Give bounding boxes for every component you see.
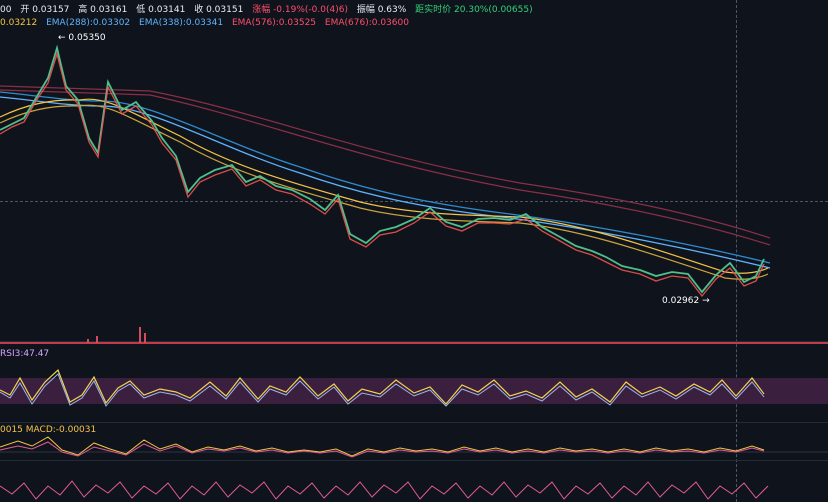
ema-red-2 — [0, 89, 771, 246]
ema-blue-2 — [0, 96, 771, 269]
volume-panel — [0, 327, 828, 344]
price-candles — [0, 44, 765, 294]
macd-panel — [0, 436, 828, 458]
ema-blue-1 — [0, 91, 771, 264]
bottom-indicator-panel — [0, 480, 769, 500]
main-price-chart — [0, 44, 771, 298]
ema-red-1 — [0, 85, 771, 239]
rsi-panel — [0, 368, 828, 407]
ema-yellow-1 — [0, 98, 769, 274]
chart-canvas[interactable] — [0, 0, 828, 502]
trading-chart-screen: 00 开 0.03157 高 0.03161 低 0.03141 收 0.031… — [0, 0, 828, 502]
